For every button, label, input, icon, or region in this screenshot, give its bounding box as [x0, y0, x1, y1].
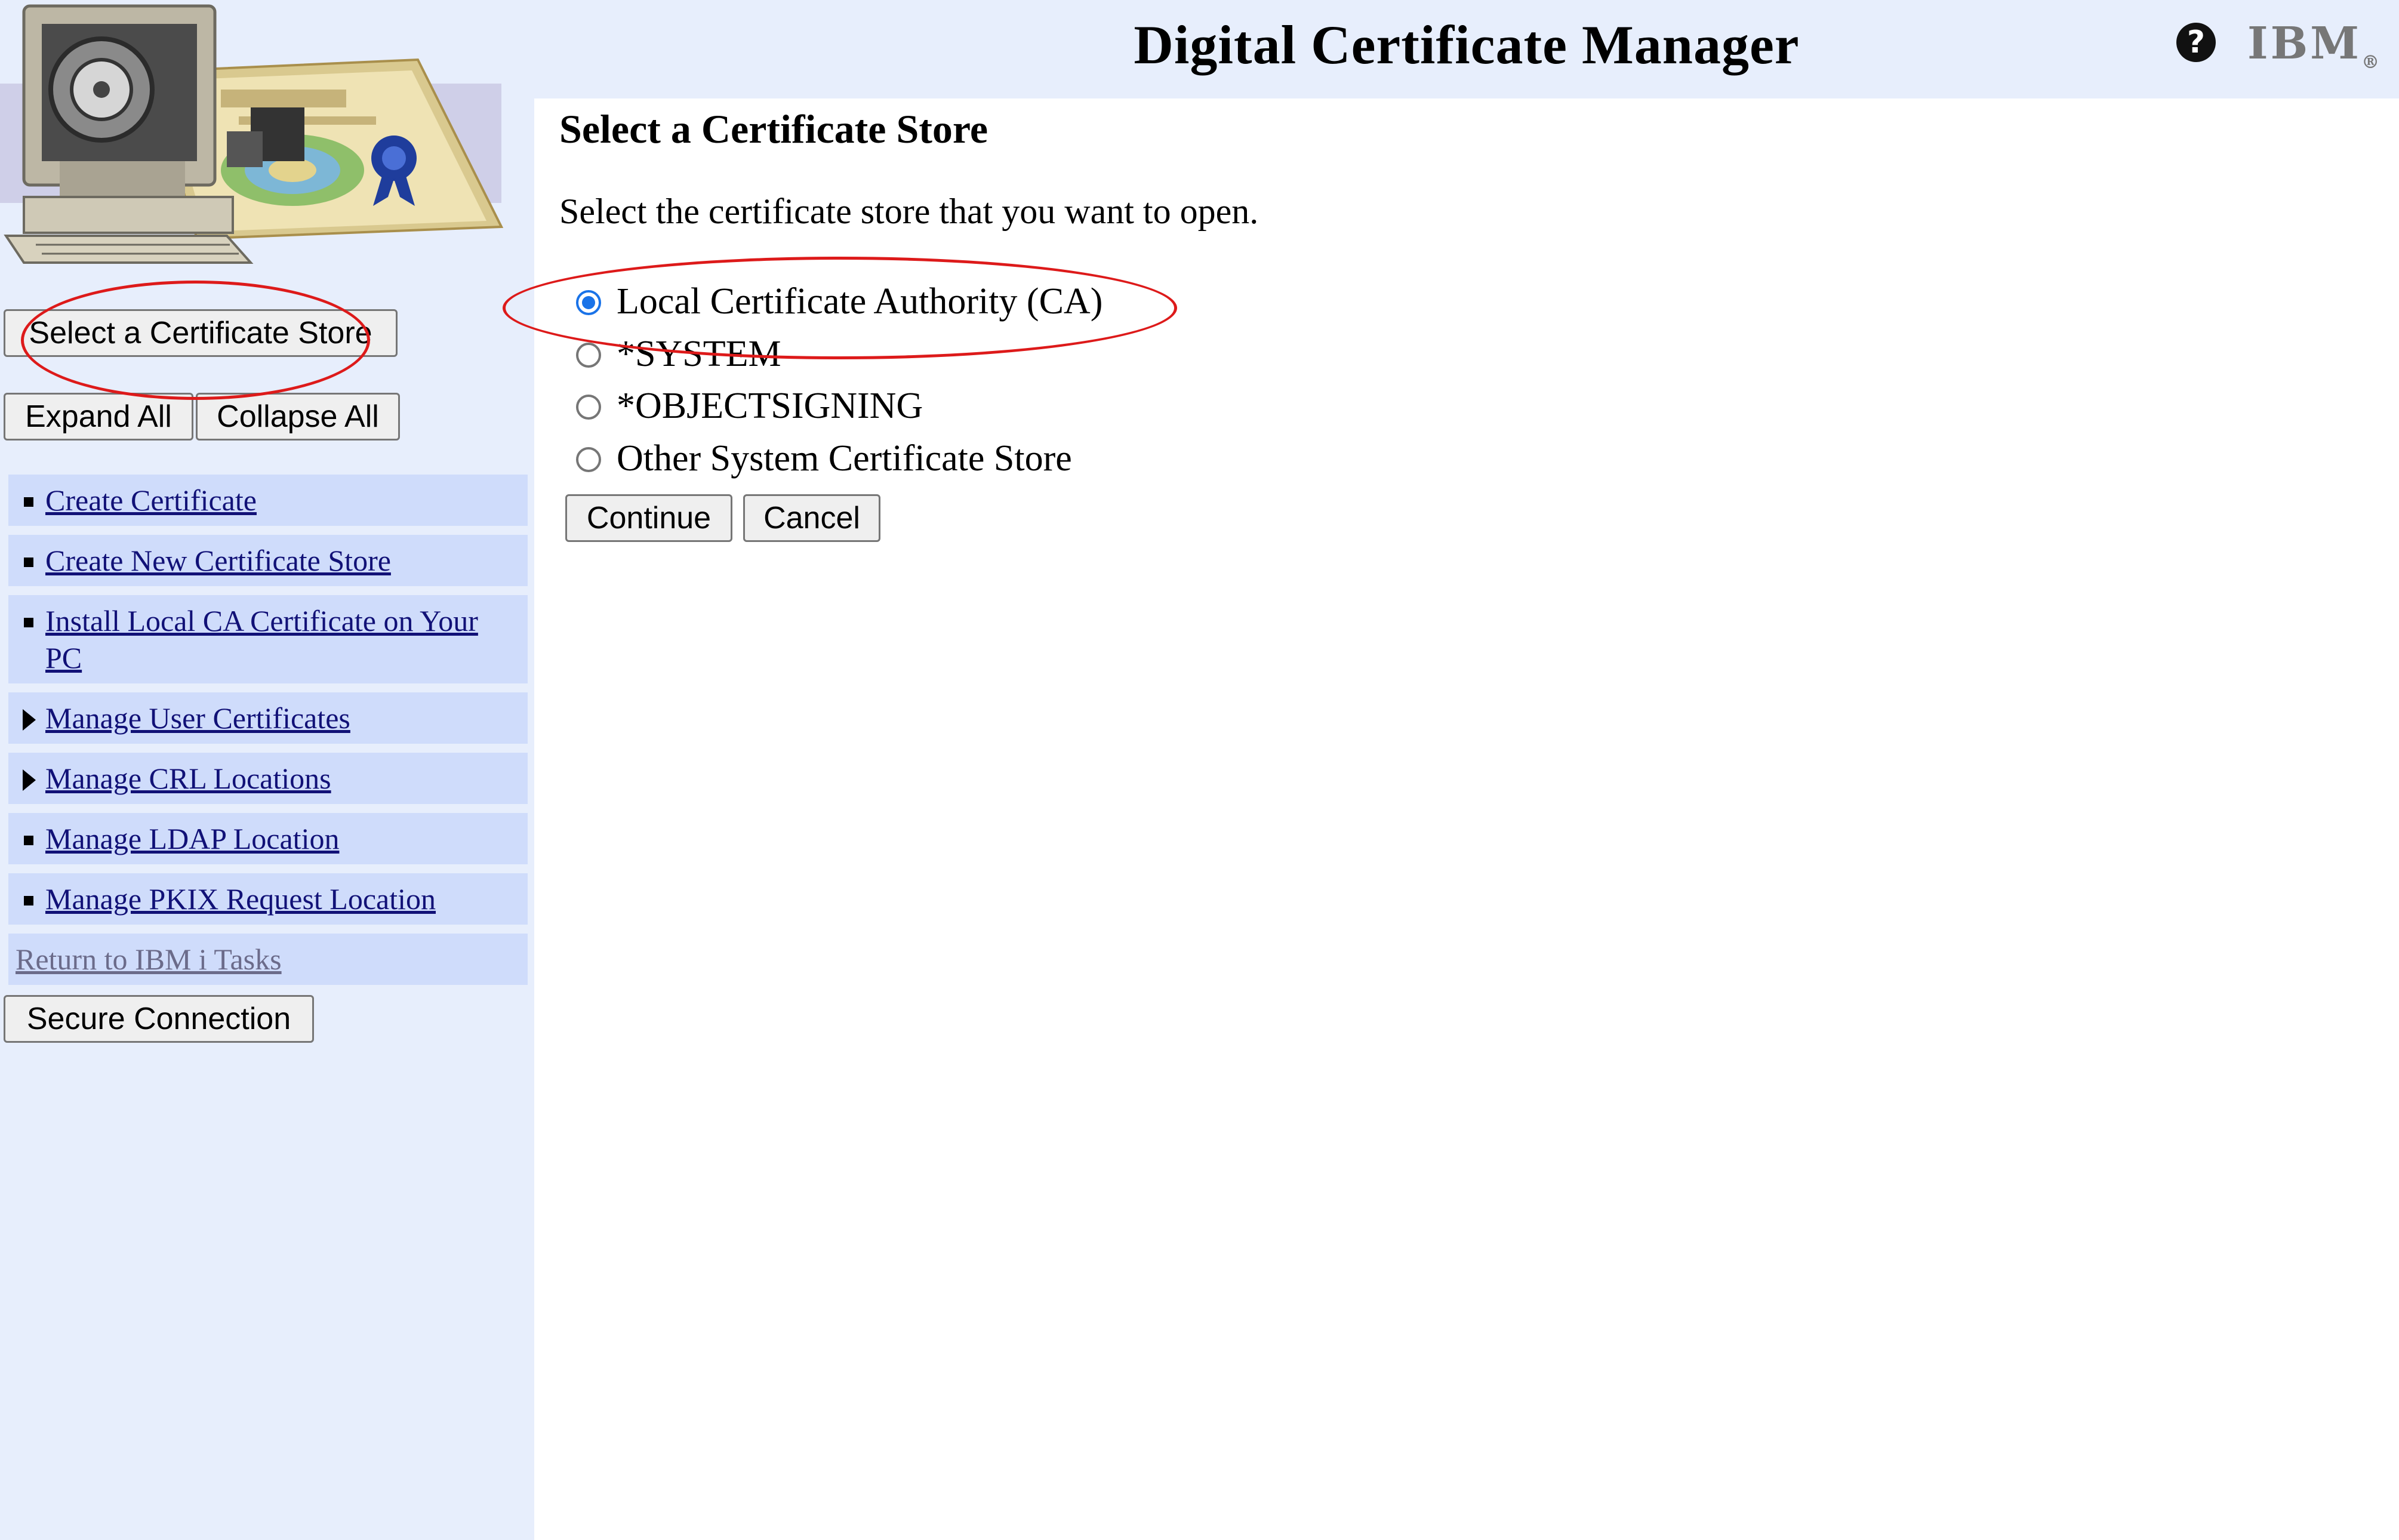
- collapse-all-button[interactable]: Collapse All: [196, 393, 400, 441]
- select-certificate-store-button[interactable]: Select a Certificate Store: [4, 309, 398, 357]
- navigation-sidebar: Select a Certificate Store Expand All Co…: [0, 0, 534, 1540]
- square-bullet-icon: [24, 558, 33, 567]
- page-title: Select a Certificate Store: [559, 106, 988, 152]
- nav-link-manage-ldap-location[interactable]: Manage LDAP Location: [45, 822, 339, 855]
- nav-item-return-to-tasks: Return to IBM i Tasks: [8, 934, 528, 985]
- radio-objectsigning[interactable]: [576, 394, 601, 420]
- expand-triangle-icon[interactable]: [23, 709, 36, 731]
- nav-item-manage-user-certificates: Manage User Certificates: [8, 692, 528, 744]
- nav-item-manage-pkix-request-location: Manage PKIX Request Location: [8, 873, 528, 925]
- option-label: Local Certificate Authority (CA): [617, 281, 1103, 322]
- nav-link-create-certificate[interactable]: Create Certificate: [45, 483, 257, 517]
- option-label: *OBJECTSIGNING: [617, 386, 923, 426]
- dcm-banner-image: [0, 4, 504, 264]
- square-bullet-icon: [24, 618, 33, 627]
- radio-local-ca[interactable]: [576, 289, 601, 315]
- nav-item-create-certificate: Create Certificate: [8, 475, 528, 526]
- expand-all-button[interactable]: Expand All: [4, 393, 193, 441]
- app-title: Digital Certificate Manager: [1134, 14, 1800, 75]
- option-label: *SYSTEM: [617, 334, 781, 374]
- square-bullet-icon: [24, 896, 33, 905]
- cancel-button[interactable]: Cancel: [743, 494, 880, 542]
- option-other-system-store[interactable]: Other System Certificate Store: [576, 435, 1072, 482]
- nav-link-manage-pkix-request-location[interactable]: Manage PKIX Request Location: [45, 882, 436, 916]
- app-header: Digital Certificate Manager ? IBM®: [534, 0, 2399, 98]
- continue-button[interactable]: Continue: [565, 494, 732, 542]
- nav-item-manage-ldap-location: Manage LDAP Location: [8, 813, 528, 864]
- square-bullet-icon: [24, 497, 33, 507]
- radio-system[interactable]: [576, 342, 601, 368]
- task-navigation-list: Create Certificate Create New Certificat…: [8, 475, 528, 994]
- registered-mark: ®: [2361, 51, 2380, 73]
- nav-item-create-new-certificate-store: Create New Certificate Store: [8, 535, 528, 586]
- nav-link-manage-crl-locations[interactable]: Manage CRL Locations: [45, 762, 331, 795]
- return-to-ibm-i-tasks-link[interactable]: Return to IBM i Tasks: [16, 943, 282, 976]
- ibm-logo-text: IBM: [2247, 18, 2362, 69]
- radio-other-system-store[interactable]: [576, 446, 601, 472]
- option-label: Other System Certificate Store: [617, 438, 1072, 479]
- page-description: Select the certificate store that you wa…: [559, 192, 1259, 231]
- help-icon[interactable]: ?: [2176, 23, 2216, 62]
- option-local-ca[interactable]: Local Certificate Authority (CA): [576, 278, 1103, 325]
- ibm-logo: IBM®: [2247, 18, 2379, 73]
- nav-link-create-new-certificate-store[interactable]: Create New Certificate Store: [45, 544, 391, 577]
- nav-link-manage-user-certificates[interactable]: Manage User Certificates: [45, 701, 350, 735]
- nav-item-install-local-ca-certificate: Install Local CA Certificate on Your PC: [8, 595, 528, 683]
- secure-connection-button[interactable]: Secure Connection: [4, 995, 314, 1043]
- expand-triangle-icon[interactable]: [23, 769, 36, 791]
- nav-item-manage-crl-locations: Manage CRL Locations: [8, 753, 528, 804]
- option-system[interactable]: *SYSTEM: [576, 330, 781, 378]
- option-objectsigning[interactable]: *OBJECTSIGNING: [576, 382, 923, 430]
- nav-link-install-local-ca-certificate[interactable]: Install Local CA Certificate on Your PC: [45, 604, 478, 674]
- square-bullet-icon: [24, 836, 33, 845]
